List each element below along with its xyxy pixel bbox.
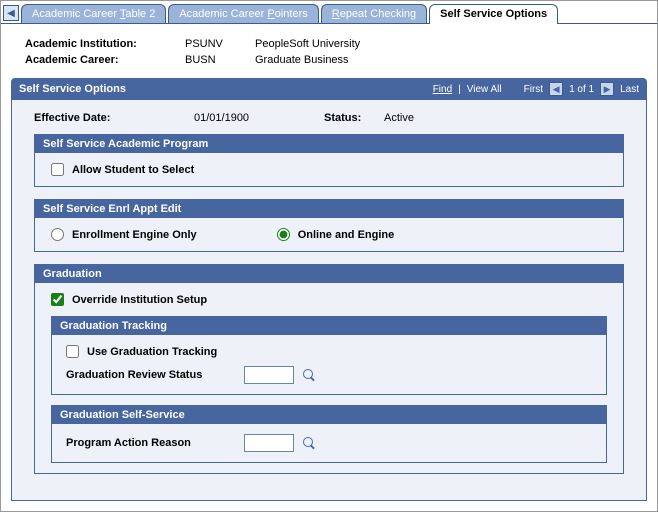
enrollment-engine-only-radio[interactable] [51,228,64,241]
use-graduation-tracking-label: Use Graduation Tracking [87,346,217,358]
allow-student-select-checkbox[interactable] [51,163,64,176]
section-bar-self-service-options: Self Service Options Find | View All Fir… [11,78,647,100]
tab-scroll-left[interactable]: ◀ [3,5,19,21]
lookup-icon[interactable] [302,436,316,450]
frame-title-enrl-appt: Self Service Enrl Appt Edit [35,200,623,218]
lookup-icon[interactable] [302,368,316,382]
tab-academic-career-pointers[interactable]: Academic Career Pointers [168,4,318,23]
frame-graduation-tracking: Graduation Tracking Use Graduation Track… [51,316,607,395]
program-action-reason-label: Program Action Reason [66,437,236,449]
institution-name: PeopleSoft University [255,38,360,50]
frame-title-graduation-self-service: Graduation Self-Service [52,406,606,424]
career-label: Academic Career: [25,54,185,66]
override-institution-setup-label: Override Institution Setup [72,294,207,306]
allow-student-select-label: Allow Student to Select [72,164,194,176]
frame-graduation: Graduation Override Institution Setup Gr… [34,264,624,474]
tab-academic-career-table-2[interactable]: Academic Career Table 2 [21,4,166,23]
find-link[interactable]: Find [433,84,452,95]
program-action-reason-input[interactable] [244,434,294,452]
enrollment-engine-only-label: Enrollment Engine Only [72,229,197,241]
graduation-review-status-input[interactable] [244,366,294,384]
institution-code: PSUNV [185,38,255,50]
tab-repeat-checking[interactable]: Repeat Checking [321,4,427,23]
graduation-review-status-label: Graduation Review Status [66,369,236,381]
status-value: Active [384,112,414,124]
view-all-link[interactable]: View All [467,84,502,95]
frame-title-academic-program: Self Service Academic Program [35,135,623,153]
frame-enrl-appt-edit: Self Service Enrl Appt Edit Enrollment E… [34,199,624,252]
effective-row: Effective Date: 01/01/1900 Status: Activ… [34,112,624,124]
header-block: Academic Institution: PSUNV PeopleSoft U… [1,24,657,78]
career-code: BUSN [185,54,255,66]
next-row-button[interactable]: ▶ [600,82,614,96]
tab-row: ◀ Academic Career Table 2 Academic Caree… [1,1,657,24]
override-institution-setup-checkbox[interactable] [51,293,64,306]
online-and-engine-radio[interactable] [277,228,290,241]
prev-row-button[interactable]: ◀ [549,82,563,96]
frame-academic-program: Self Service Academic Program Allow Stud… [34,134,624,187]
page-container: ◀ Academic Career Table 2 Academic Caree… [0,0,658,512]
first-link[interactable]: First [524,84,543,95]
panel-body: Effective Date: 01/01/1900 Status: Activ… [11,100,647,501]
use-graduation-tracking-checkbox[interactable] [66,345,79,358]
row-position: 1 of 1 [569,84,594,95]
institution-label: Academic Institution: [25,38,185,50]
frame-title-graduation: Graduation [35,265,623,283]
effective-date-value: 01/01/1900 [194,112,324,124]
effective-date-label: Effective Date: [34,112,194,124]
career-name: Graduate Business [255,54,349,66]
last-link[interactable]: Last [620,84,639,95]
tab-self-service-options[interactable]: Self Service Options [429,4,558,24]
frame-title-graduation-tracking: Graduation Tracking [52,317,606,335]
frame-graduation-self-service: Graduation Self-Service Program Action R… [51,405,607,463]
online-and-engine-label: Online and Engine [298,229,395,241]
status-label: Status: [324,112,384,124]
section-title: Self Service Options [19,83,126,95]
